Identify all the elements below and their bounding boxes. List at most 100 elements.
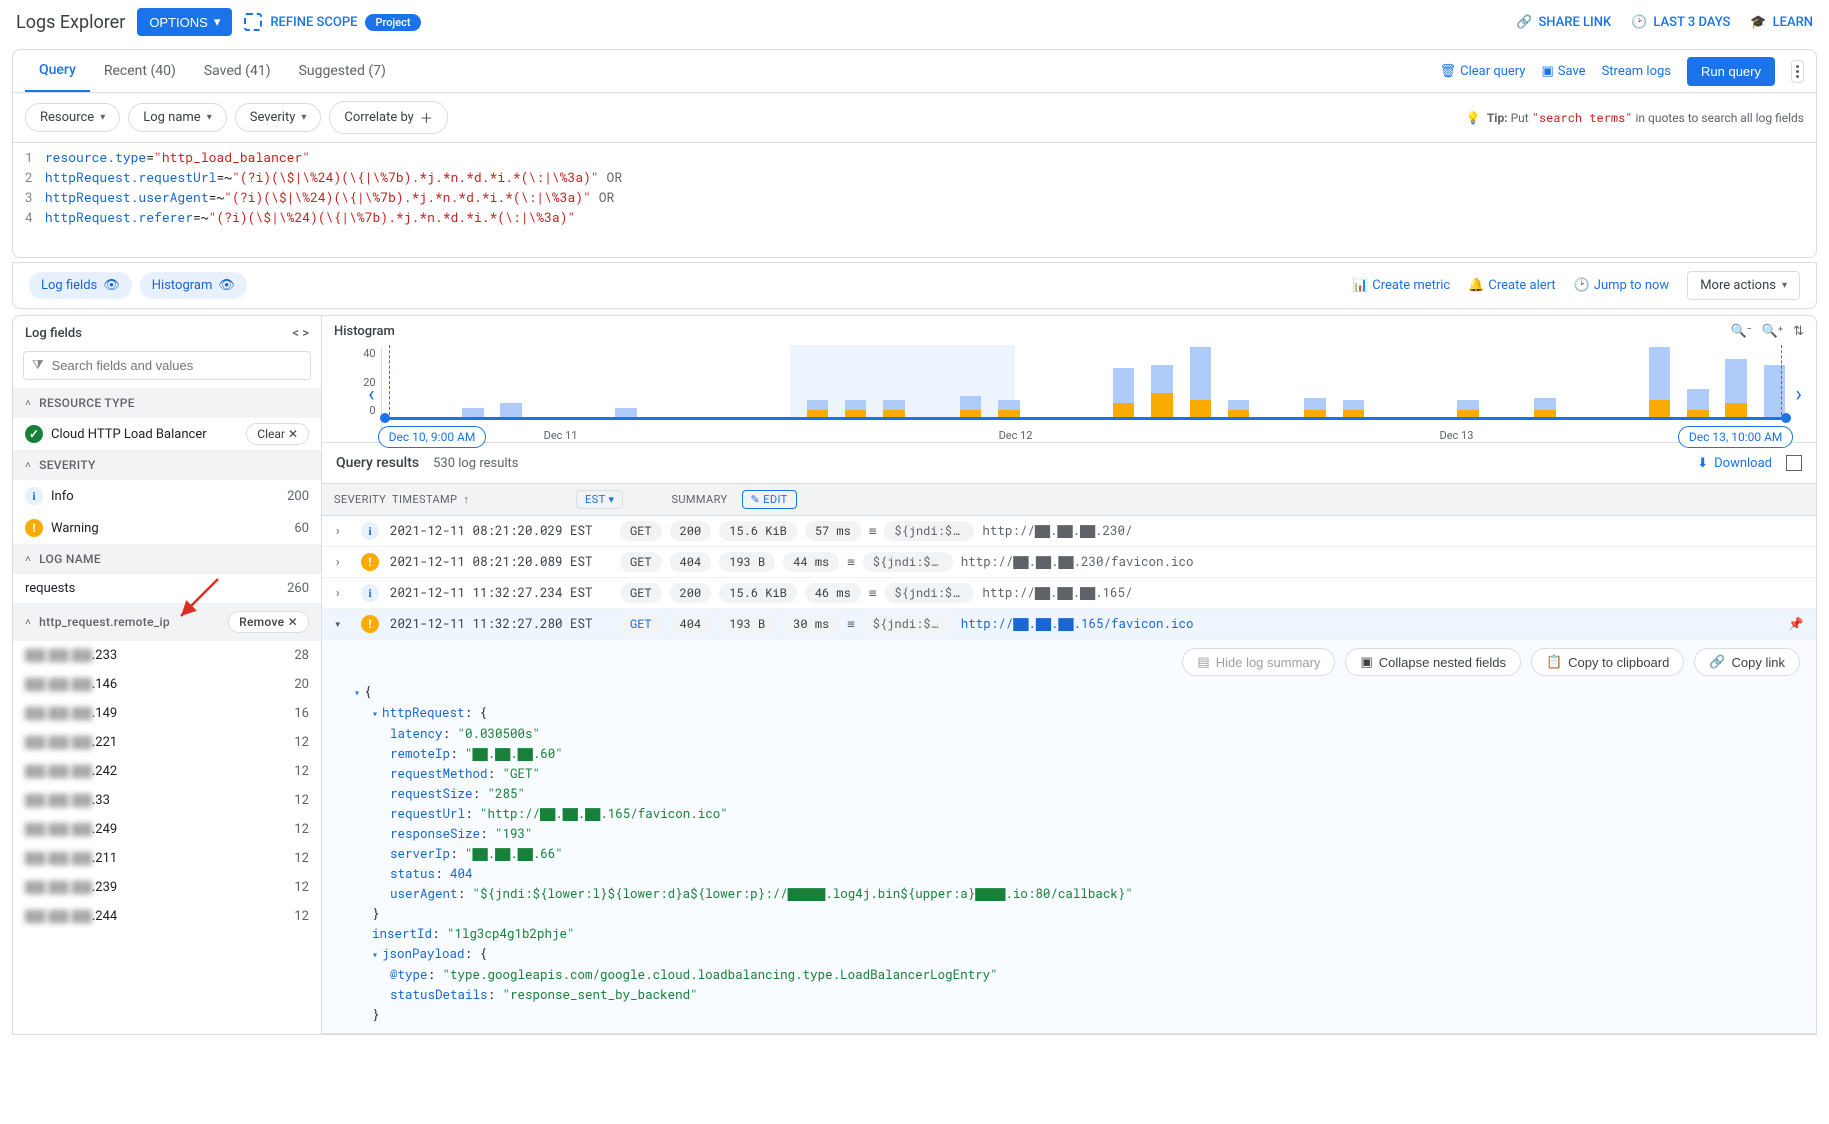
remove-remote-ip[interactable]: Remove ✕ — [228, 611, 309, 633]
section-resource-type[interactable]: ˄RESOURCE TYPE — [13, 388, 321, 418]
severity-info[interactable]: Info200 — [13, 480, 321, 512]
expand-caret[interactable]: › — [334, 585, 350, 601]
field-http-lb[interactable]: Cloud HTTP Load Balancer Clear ✕ — [13, 418, 321, 450]
clear-query-button[interactable]: 🗑Clear query — [1440, 64, 1526, 79]
section-logname[interactable]: ˄LOG NAME — [13, 544, 321, 574]
filter-logname[interactable]: Log name▾ — [128, 103, 227, 132]
fullscreen-icon[interactable] — [1786, 455, 1802, 471]
results-title: Query results — [336, 455, 419, 471]
fields-search-input[interactable] — [52, 358, 302, 373]
histogram-bar[interactable] — [615, 408, 636, 417]
histogram-bar[interactable] — [1304, 398, 1325, 417]
expand-caret[interactable]: ▾ — [334, 616, 350, 632]
stream-logs-button[interactable]: Stream logs — [1602, 64, 1671, 79]
jump-to-now-button[interactable]: 🕑Jump to now — [1574, 278, 1670, 293]
collapse-fields-button[interactable]: ▣Collapse nested fields — [1345, 648, 1521, 676]
filter-resource[interactable]: Resource▾ — [25, 103, 120, 132]
warning-icon — [361, 615, 379, 633]
share-link-button[interactable]: 🔗SHARE LINK — [1516, 15, 1611, 30]
time-start-pill[interactable]: Dec 10, 9:00 AM — [378, 426, 487, 448]
sort-asc-icon[interactable]: ↑ — [463, 493, 469, 506]
edit-columns-button[interactable]: ✎EDIT — [742, 490, 797, 509]
save-query-button[interactable]: ▣Save — [1541, 64, 1585, 79]
tab-recent[interactable]: Recent (40) — [90, 51, 190, 91]
query-editor[interactable]: 1234 resource.type="http_load_balancer"h… — [13, 143, 1816, 257]
histogram-bar[interactable] — [960, 396, 981, 417]
filter-severity[interactable]: Severity▾ — [235, 103, 322, 132]
options-button[interactable]: OPTIONS▾ — [137, 8, 232, 36]
remote-ip-item[interactable]: ▇▇.▇▇.▇▇.24412 — [13, 902, 321, 931]
histogram-bar[interactable] — [807, 400, 828, 418]
expand-vert-icon[interactable]: ⇅ — [1793, 324, 1804, 339]
hide-summary-button[interactable]: ▤Hide log summary — [1182, 648, 1335, 676]
histogram-bar[interactable] — [1649, 347, 1670, 417]
remote-ip-item[interactable]: ▇▇.▇▇.▇▇.24912 — [13, 815, 321, 844]
logname-requests[interactable]: requests260 — [13, 574, 321, 603]
more-actions-button[interactable]: More actions▾ — [1687, 271, 1800, 300]
view-histogram[interactable]: Histogram 👁 — [140, 272, 247, 299]
create-metric-button[interactable]: 📊Create metric — [1352, 278, 1450, 293]
remote-ip-item[interactable]: ▇▇.▇▇.▇▇.3312 — [13, 786, 321, 815]
histogram-bar[interactable] — [1457, 400, 1478, 418]
create-alert-button[interactable]: 🔔Create alert — [1468, 278, 1555, 293]
remote-ip-item[interactable]: ▇▇.▇▇.▇▇.23912 — [13, 873, 321, 902]
pin-icon[interactable]: 📌 — [1788, 616, 1804, 632]
fields-search[interactable]: ⧩ — [23, 351, 311, 380]
warning-icon — [25, 519, 43, 537]
tab-suggested[interactable]: Suggested (7) — [285, 51, 400, 91]
remote-ip-item[interactable]: ▇▇.▇▇.▇▇.24212 — [13, 757, 321, 786]
histogram-bar[interactable] — [1151, 365, 1172, 418]
remote-ip-item[interactable]: ▇▇.▇▇.▇▇.23328 — [13, 641, 321, 670]
copy-clipboard-button[interactable]: 📋Copy to clipboard — [1531, 648, 1684, 676]
tab-saved[interactable]: Saved (41) — [190, 51, 285, 91]
histogram-chart[interactable]: 40200 . Dec 11 Dec 12 Dec 13 . Dec 10, 9… — [381, 347, 1790, 442]
histogram-next[interactable]: › — [1789, 382, 1808, 407]
view-log-fields[interactable]: Log fields 👁 — [29, 272, 132, 299]
overflow-menu[interactable] — [1791, 60, 1804, 83]
histogram-bar[interactable] — [1725, 359, 1746, 417]
histogram-bar[interactable] — [998, 400, 1019, 418]
section-severity[interactable]: ˄SEVERITY — [13, 450, 321, 480]
log-row[interactable]: › 2021-12-11 08:21:20.029 EST GET 200 15… — [322, 516, 1816, 547]
histogram-bar[interactable] — [1113, 368, 1134, 417]
expand-caret[interactable]: › — [334, 554, 350, 570]
severity-warning[interactable]: Warning60 — [13, 512, 321, 544]
remote-ip-item[interactable]: ▇▇.▇▇.▇▇.22112 — [13, 728, 321, 757]
timezone-selector[interactable]: EST ▾ — [576, 490, 623, 509]
download-button[interactable]: ⬇Download — [1697, 456, 1772, 471]
histogram-bar[interactable] — [1687, 389, 1708, 417]
log-row[interactable]: › 2021-12-11 08:21:20.089 EST GET 404 19… — [322, 547, 1816, 578]
zoom-out-icon[interactable]: 🔍⁻ — [1731, 324, 1752, 339]
code-lines[interactable]: resource.type="http_load_balancer"httpRe… — [45, 147, 1816, 227]
histogram-bar[interactable] — [1343, 400, 1364, 418]
log-row[interactable]: › 2021-12-11 11:32:27.234 EST GET 200 15… — [322, 578, 1816, 609]
histogram-bar[interactable] — [1534, 398, 1555, 417]
histogram-bar[interactable] — [883, 400, 904, 418]
remote-ip-item[interactable]: ▇▇.▇▇.▇▇.14620 — [13, 670, 321, 699]
info-icon — [361, 584, 379, 602]
tab-query[interactable]: Query — [25, 50, 90, 92]
collapse-icon[interactable]: < > — [292, 326, 309, 341]
refine-scope-button[interactable]: REFINE SCOPE Project — [244, 13, 420, 31]
run-query-button[interactable]: Run query — [1687, 57, 1775, 86]
x-tick: Dec 11 — [544, 429, 578, 442]
remote-ip-item[interactable]: ▇▇.▇▇.▇▇.14916 — [13, 699, 321, 728]
remote-ip-item[interactable]: ▇▇.▇▇.▇▇.21112 — [13, 844, 321, 873]
copy-link-button[interactable]: 🔗Copy link — [1694, 648, 1800, 676]
expand-caret[interactable]: › — [334, 523, 350, 539]
log-row[interactable]: ▾ 2021-12-11 11:32:27.280 EST GET 404 19… — [322, 609, 1816, 640]
histogram-bar[interactable] — [1190, 347, 1211, 417]
time-range-selector[interactable]: 🕑LAST 3 DAYS — [1631, 15, 1730, 30]
clear-resource-chip[interactable]: Clear ✕ — [246, 423, 309, 445]
histogram-bar[interactable] — [1228, 400, 1249, 418]
zoom-in-icon[interactable]: 🔍⁺ — [1762, 324, 1783, 339]
learn-button[interactable]: 🎓LEARN — [1750, 15, 1813, 30]
json-viewer[interactable]: ▾{▾httpRequest: {latency: "0.030500s"rem… — [338, 682, 1800, 1025]
section-remote-ip[interactable]: ˄http_request.remote_ip Remove ✕ — [13, 603, 321, 641]
timeline-bar[interactable] — [382, 417, 1790, 420]
histogram-bar[interactable] — [462, 408, 483, 417]
time-end-pill[interactable]: Dec 13, 10:00 AM — [1678, 426, 1794, 448]
histogram-bar[interactable] — [845, 400, 866, 418]
histogram-bar[interactable] — [500, 403, 521, 417]
filter-correlate[interactable]: Correlate by＋ — [329, 101, 447, 134]
